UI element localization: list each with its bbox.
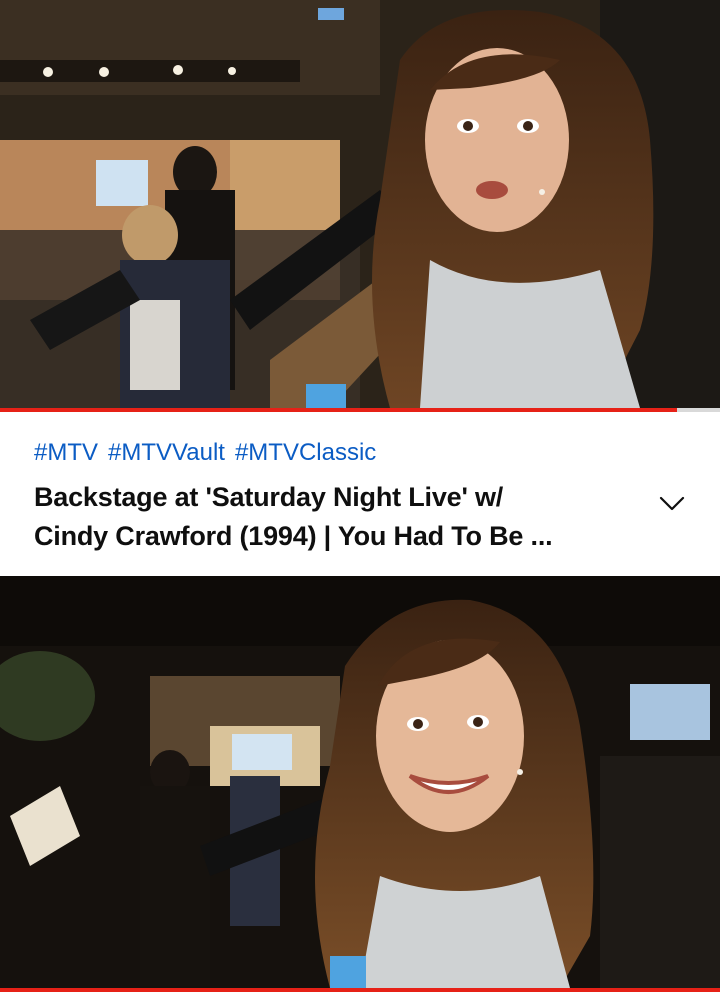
video-player-top[interactable]	[0, 0, 720, 408]
hashtag-link[interactable]: #MTVClassic	[235, 438, 376, 468]
video-still-top	[0, 0, 720, 408]
hashtag-link[interactable]: #MTVVault	[108, 438, 225, 468]
video-title-line: Backstage at 'Saturday Night Live' w/	[34, 482, 504, 512]
expand-description-button[interactable]	[652, 484, 692, 524]
hashtag-link[interactable]: #MTV	[34, 438, 98, 468]
video-player-bottom[interactable]	[0, 576, 720, 988]
video-title[interactable]: Backstage at 'Saturday Night Live' w/ Ci…	[34, 478, 634, 556]
video-info-panel: #MTV #MTVVault #MTVClassic Backstage at …	[0, 412, 720, 576]
video-title-line: Cindy Crawford (1994) | You Had To Be ..…	[34, 521, 553, 551]
chevron-down-icon	[659, 496, 685, 511]
hashtag-row: #MTV #MTVVault #MTVClassic	[34, 438, 640, 468]
video-still-bottom	[0, 576, 720, 988]
bottom-spacer	[0, 992, 720, 1000]
